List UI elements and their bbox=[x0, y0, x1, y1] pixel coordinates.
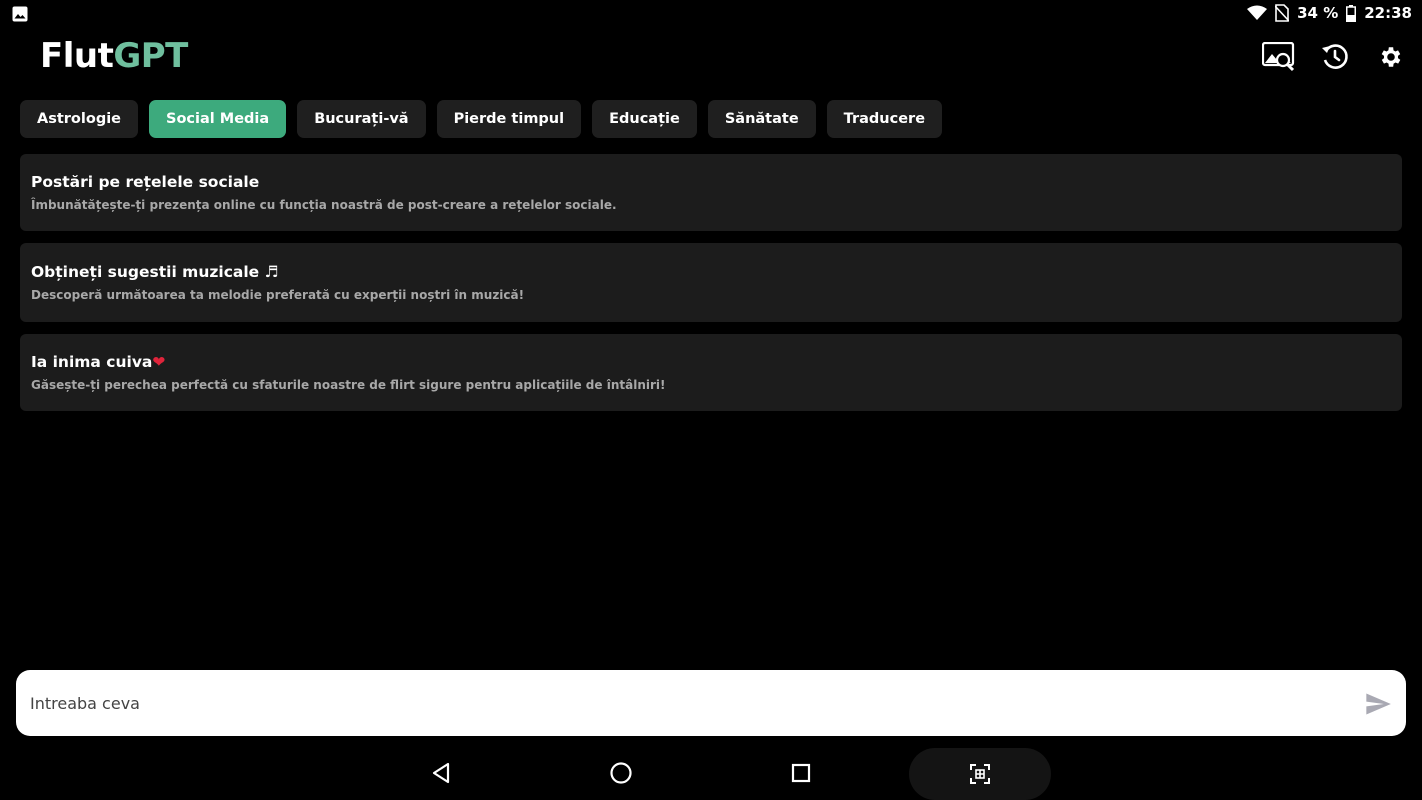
wifi-icon bbox=[1247, 5, 1268, 21]
prompt-cards: Postări pe rețelele sociale Îmbunătățeșt… bbox=[20, 154, 1402, 423]
battery-icon bbox=[1346, 4, 1357, 22]
tab-social-media[interactable]: Social Media bbox=[149, 100, 287, 138]
card-description: Găsește-ți perechea perfectă cu sfaturil… bbox=[31, 378, 666, 392]
card-description: Îmbunătățește-ți prezența online cu func… bbox=[31, 198, 617, 212]
back-triangle-icon bbox=[432, 762, 450, 784]
category-tabs: Astrologie Social Media Bucurați-vă Pier… bbox=[20, 100, 943, 138]
image-search-icon bbox=[1262, 42, 1295, 72]
card-title: Postări pe rețelele sociale bbox=[31, 173, 260, 191]
history-icon bbox=[1322, 44, 1348, 69]
card-title: Ia inima cuiva bbox=[31, 353, 153, 371]
card-description: Descoperă următoarea ta melodie preferat… bbox=[31, 288, 525, 302]
history-button[interactable] bbox=[1318, 40, 1352, 74]
app-title-part1: Flut bbox=[40, 36, 114, 76]
screen-capture-icon bbox=[970, 764, 990, 784]
battery-percent: 34 % bbox=[1297, 4, 1339, 22]
send-icon bbox=[1366, 693, 1391, 715]
app-title-part2: GPT bbox=[113, 36, 188, 76]
tab-bucurati-va[interactable]: Bucurați-vă bbox=[297, 100, 426, 138]
image-search-button[interactable] bbox=[1262, 40, 1296, 74]
screenshot-button[interactable] bbox=[909, 748, 1051, 800]
status-bar: 34 % 22:38 bbox=[0, 0, 1422, 28]
card-music-suggestions[interactable]: Obțineți sugestii muzicale ♬ Descoperă u… bbox=[20, 243, 1402, 322]
ask-input[interactable] bbox=[28, 670, 1348, 736]
card-title: Obțineți sugestii muzicale ♬ bbox=[31, 263, 279, 281]
status-indicators: 34 % 22:38 bbox=[1247, 4, 1412, 22]
tab-educatie[interactable]: Educație bbox=[592, 100, 697, 138]
tab-astrologie[interactable]: Astrologie bbox=[20, 100, 139, 138]
tab-pierde-timpul[interactable]: Pierde timpul bbox=[436, 100, 582, 138]
nav-back-button[interactable] bbox=[428, 760, 454, 786]
system-nav-bar bbox=[0, 748, 1422, 800]
settings-gear-icon bbox=[1381, 47, 1401, 67]
card-title-row: Ia inima cuiva❤ bbox=[31, 353, 1391, 371]
heart-emoji: ❤ bbox=[152, 353, 166, 371]
nav-recents-button[interactable] bbox=[788, 760, 814, 786]
chat-input-bar bbox=[16, 670, 1406, 736]
header-actions bbox=[1262, 40, 1408, 74]
nav-home-button[interactable] bbox=[608, 760, 634, 786]
clock: 22:38 bbox=[1364, 4, 1412, 22]
send-button[interactable] bbox=[1364, 690, 1392, 718]
tab-sanatate[interactable]: Sănătate bbox=[707, 100, 816, 138]
no-sim-icon bbox=[1275, 4, 1290, 22]
home-circle-icon bbox=[610, 762, 632, 784]
tab-traducere[interactable]: Traducere bbox=[826, 100, 943, 138]
app-title: FlutGPT bbox=[40, 36, 188, 76]
card-social-posts[interactable]: Postări pe rețelele sociale Îmbunătățeșt… bbox=[20, 154, 1402, 231]
recents-square-icon bbox=[791, 763, 811, 783]
card-flirt[interactable]: Ia inima cuiva❤ Găsește-ți perechea perf… bbox=[20, 334, 1402, 411]
settings-button[interactable] bbox=[1374, 40, 1408, 74]
gallery-notification-icon bbox=[12, 6, 28, 22]
